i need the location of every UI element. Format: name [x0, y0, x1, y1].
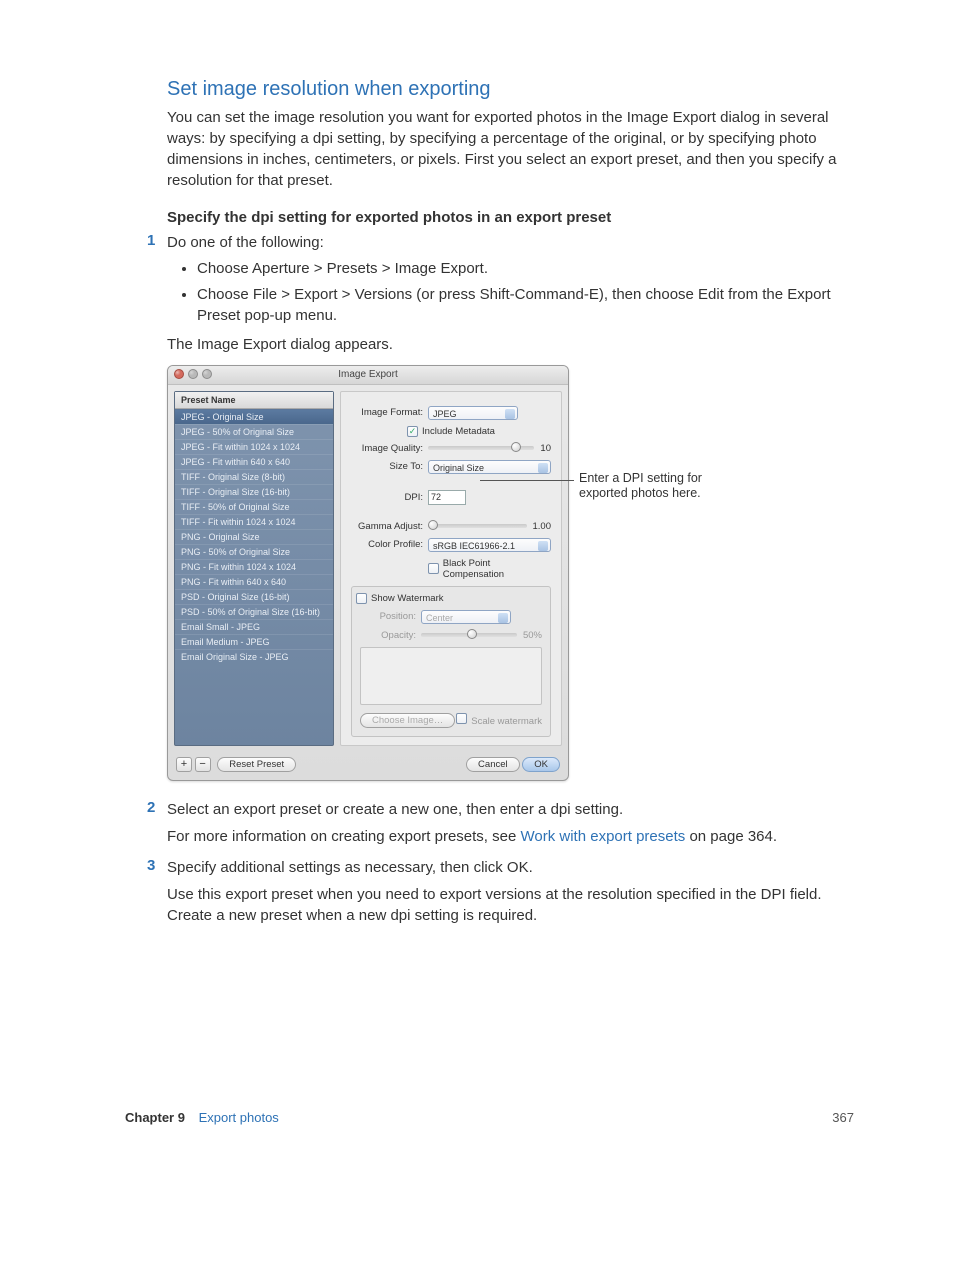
settings-pane: Image Format: JPEG ✓ Include Metadata Im… — [340, 391, 562, 746]
include-metadata-label: Include Metadata — [422, 426, 495, 437]
preset-list[interactable]: JPEG - Original SizeJPEG - 50% of Origin… — [175, 409, 333, 664]
image-quality-value: 10 — [540, 443, 551, 454]
callout-connector — [480, 480, 574, 481]
footer-title: Export photos — [199, 1110, 279, 1125]
preset-item[interactable]: JPEG - Fit within 640 x 640 — [175, 454, 333, 469]
footer-page-number: 367 — [832, 1110, 854, 1125]
section-heading: Set image resolution when exporting — [167, 78, 854, 101]
color-profile-label: Color Profile: — [351, 539, 428, 550]
add-preset-button[interactable]: + — [176, 757, 192, 772]
step-3-followup: Use this export preset when you need to … — [167, 884, 854, 926]
image-format-label: Image Format: — [351, 407, 428, 418]
size-to-select[interactable]: Original Size — [428, 460, 551, 474]
preset-item[interactable]: PNG - Fit within 1024 x 1024 — [175, 559, 333, 574]
after-bullets-text: The Image Export dialog appears. — [167, 334, 854, 355]
choose-image-button[interactable]: Choose Image… — [360, 713, 455, 728]
remove-preset-button[interactable]: − — [195, 757, 211, 772]
show-watermark-label: Show Watermark — [371, 593, 444, 604]
bullet-item: Choose File > Export > Versions (or pres… — [197, 285, 854, 326]
page-footer: Chapter 9 Export photos 367 — [125, 1110, 854, 1125]
dialog-title-bar: Image Export — [168, 366, 568, 385]
show-watermark-checkbox[interactable] — [356, 593, 367, 604]
image-export-dialog-figure: Image Export Preset Name JPEG - Original… — [167, 365, 762, 781]
bullet-item: Choose Aperture > Presets > Image Export… — [197, 259, 854, 279]
opacity-slider[interactable] — [421, 633, 517, 637]
preset-item[interactable]: PSD - 50% of Original Size (16-bit) — [175, 604, 333, 619]
export-presets-link[interactable]: Work with export presets — [521, 828, 686, 845]
step-number-3: 3 — [125, 857, 167, 874]
black-point-checkbox[interactable] — [428, 563, 439, 574]
watermark-panel: Show Watermark Position: Center Opacity:… — [351, 586, 551, 737]
preset-item[interactable]: TIFF - Original Size (16-bit) — [175, 484, 333, 499]
step-text-1: Do one of the following: — [167, 232, 854, 253]
dpi-label: DPI: — [351, 492, 428, 503]
preset-item[interactable]: Email Original Size - JPEG — [175, 649, 333, 664]
step-number-1: 1 — [125, 232, 167, 249]
scale-watermark-label: Scale watermark — [471, 716, 542, 727]
gamma-slider[interactable] — [428, 524, 527, 528]
position-label: Position: — [360, 611, 421, 622]
callout-text: Enter a DPI setting for exported photos … — [579, 471, 754, 502]
step-2-followup: For more information on creating export … — [167, 826, 854, 847]
preset-item[interactable]: PNG - Original Size — [175, 529, 333, 544]
preset-item[interactable]: Email Medium - JPEG — [175, 634, 333, 649]
zoom-icon[interactable] — [202, 369, 212, 379]
preset-item[interactable]: Email Small - JPEG — [175, 619, 333, 634]
position-select[interactable]: Center — [421, 610, 511, 624]
preset-item[interactable]: JPEG - Original Size — [175, 409, 333, 424]
step-text-3: Specify additional settings as necessary… — [167, 857, 854, 878]
window-controls — [174, 369, 212, 379]
image-format-select[interactable]: JPEG — [428, 406, 518, 420]
reset-preset-button[interactable]: Reset Preset — [217, 757, 296, 772]
preset-item[interactable]: PSD - Original Size (16-bit) — [175, 589, 333, 604]
include-metadata-checkbox[interactable]: ✓ — [407, 426, 418, 437]
image-quality-label: Image Quality: — [351, 443, 428, 454]
close-icon[interactable] — [174, 369, 184, 379]
opacity-value: 50% — [523, 630, 542, 641]
black-point-label: Black Point Compensation — [443, 558, 551, 580]
color-profile-select[interactable]: sRGB IEC61966-2.1 — [428, 538, 551, 552]
sidebar-header: Preset Name — [175, 392, 333, 409]
preset-item[interactable]: PNG - Fit within 640 x 640 — [175, 574, 333, 589]
minimize-icon[interactable] — [188, 369, 198, 379]
scale-watermark-checkbox[interactable] — [456, 713, 467, 724]
step-number-2: 2 — [125, 799, 167, 816]
intro-paragraph: You can set the image resolution you wan… — [167, 107, 854, 191]
size-to-label: Size To: — [351, 461, 428, 472]
footer-chapter: Chapter 9 — [125, 1110, 185, 1125]
watermark-preview — [360, 647, 542, 705]
image-quality-slider[interactable] — [428, 446, 534, 450]
preset-item[interactable]: TIFF - Original Size (8-bit) — [175, 469, 333, 484]
preset-item[interactable]: PNG - 50% of Original Size — [175, 544, 333, 559]
ok-button[interactable]: OK — [522, 757, 560, 772]
step-text-2: Select an export preset or create a new … — [167, 799, 854, 820]
procedure-title: Specify the dpi setting for exported pho… — [167, 209, 854, 226]
preset-item[interactable]: TIFF - 50% of Original Size — [175, 499, 333, 514]
preset-item[interactable]: JPEG - 50% of Original Size — [175, 424, 333, 439]
cancel-button[interactable]: Cancel — [466, 757, 520, 772]
gamma-label: Gamma Adjust: — [351, 521, 428, 532]
dialog-title: Image Export — [338, 369, 397, 380]
preset-item[interactable]: JPEG - Fit within 1024 x 1024 — [175, 439, 333, 454]
gamma-value: 1.00 — [533, 521, 552, 532]
opacity-label: Opacity: — [360, 630, 421, 641]
dpi-input[interactable]: 72 — [428, 490, 466, 505]
preset-item[interactable]: TIFF - Fit within 1024 x 1024 — [175, 514, 333, 529]
